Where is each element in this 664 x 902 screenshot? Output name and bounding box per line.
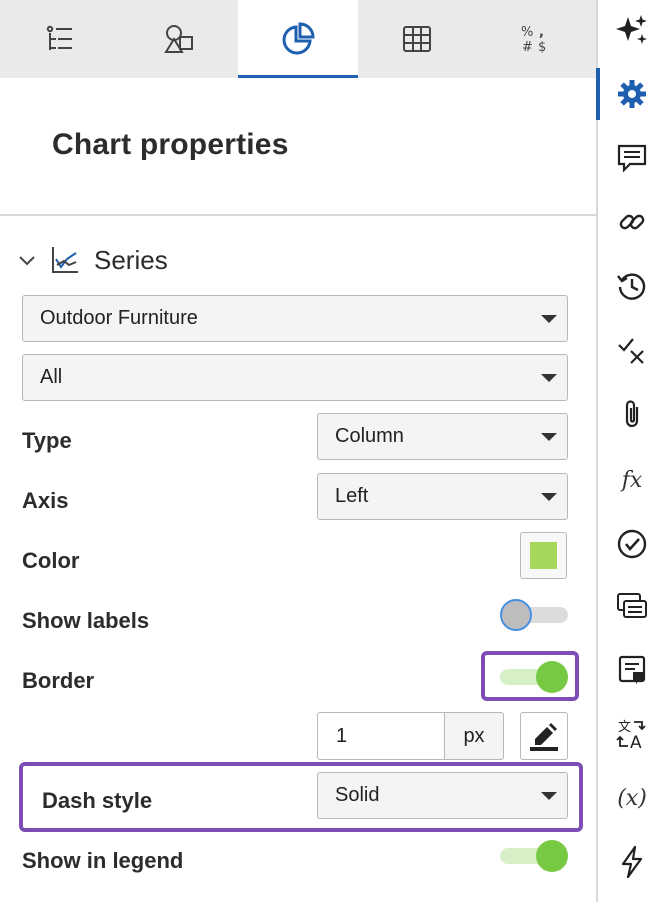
- show-in-legend-toggle[interactable]: [500, 839, 568, 873]
- axis-select[interactable]: Left: [317, 473, 568, 520]
- comment-icon: [617, 144, 647, 173]
- border-width-value: 1: [336, 724, 348, 747]
- notes-icon: [617, 593, 647, 618]
- points-select[interactable]: All: [22, 354, 568, 401]
- toggle-knob: [536, 840, 568, 872]
- svg-text:A: A: [630, 733, 642, 750]
- border-width-unit: px: [444, 712, 504, 760]
- page-title: Chart properties: [52, 128, 289, 161]
- check-x-icon: [618, 338, 644, 364]
- border-label: Border: [22, 668, 95, 693]
- right-toolbar: fx 文 A (x): [596, 0, 664, 902]
- chevron-down-icon[interactable]: [18, 251, 36, 269]
- type-label: Type: [22, 428, 72, 453]
- axis-label: Axis: [22, 488, 69, 513]
- formula-button[interactable]: fx: [598, 450, 664, 510]
- dropdown-caret-icon: [541, 373, 557, 382]
- check-circle-icon: [617, 529, 647, 559]
- border-toggle[interactable]: [500, 660, 568, 694]
- tab-data[interactable]: [0, 0, 119, 78]
- settings-button[interactable]: [596, 64, 664, 124]
- number-format-icon: % , # $: [521, 25, 546, 55]
- divider: [0, 214, 596, 216]
- tab-shapes[interactable]: [119, 0, 238, 78]
- gear-icon: [618, 80, 646, 108]
- automation-button[interactable]: [598, 832, 664, 892]
- dash-style-label: Dash style: [42, 788, 153, 813]
- type-select-value: Column: [335, 425, 404, 447]
- sparkle-icon: [616, 15, 647, 44]
- dropdown-caret-icon: [541, 492, 557, 501]
- series-select-value: Outdoor Furniture: [40, 307, 198, 329]
- series-select[interactable]: Outdoor Furniture: [22, 295, 568, 342]
- function-icon: fx: [621, 467, 643, 493]
- notes-button[interactable]: [598, 576, 664, 636]
- paint-brush-icon: [530, 723, 558, 751]
- panel-tabs: % , # $: [0, 0, 596, 78]
- color-picker-button[interactable]: [520, 532, 567, 579]
- annotation-button[interactable]: [598, 640, 664, 700]
- variables-button[interactable]: (x): [598, 768, 664, 828]
- shapes-icon: [163, 25, 193, 53]
- pie-chart-icon: [282, 22, 315, 55]
- show-labels-toggle[interactable]: [500, 598, 568, 632]
- link-icon: [619, 214, 645, 230]
- toggle-knob: [536, 661, 568, 693]
- variable-icon: (x): [617, 785, 647, 811]
- list-icon: [46, 25, 72, 50]
- series-section-header[interactable]: Series: [18, 240, 168, 280]
- dropdown-caret-icon: [541, 791, 557, 800]
- lightning-icon: [621, 845, 643, 879]
- svg-text:%: %: [521, 25, 533, 40]
- svg-text:#: #: [522, 40, 533, 55]
- svg-text:,: ,: [539, 25, 544, 40]
- show-in-legend-label: Show in legend: [22, 848, 184, 873]
- type-select[interactable]: Column: [317, 413, 568, 460]
- color-label: Color: [22, 548, 80, 573]
- color-swatch: [530, 542, 557, 569]
- show-labels-label: Show labels: [22, 608, 150, 633]
- dash-style-select[interactable]: Solid: [317, 772, 568, 819]
- annotation-icon: [618, 655, 646, 684]
- border-color-button[interactable]: [520, 712, 568, 760]
- dropdown-caret-icon: [541, 432, 557, 441]
- comments-button[interactable]: [598, 128, 664, 188]
- translate-icon: 文 A: [616, 720, 646, 750]
- validate-button[interactable]: [598, 514, 664, 574]
- toggle-knob: [500, 599, 532, 631]
- history-icon: [617, 273, 646, 300]
- attachment-button[interactable]: [598, 384, 664, 444]
- paperclip-icon: [625, 400, 639, 428]
- tab-table[interactable]: [358, 0, 477, 78]
- tab-number-format[interactable]: % , # $: [477, 0, 596, 78]
- dash-style-select-value: Solid: [335, 784, 380, 806]
- link-button[interactable]: [598, 192, 664, 252]
- tab-chart[interactable]: [238, 0, 358, 78]
- points-select-value: All: [40, 366, 63, 388]
- dropdown-caret-icon: [541, 314, 557, 323]
- series-section-label: Series: [94, 244, 168, 275]
- svg-text:$: $: [538, 40, 546, 55]
- table-icon: [403, 26, 432, 52]
- border-width-input[interactable]: 1: [317, 712, 445, 760]
- history-button[interactable]: [598, 256, 664, 316]
- translate-button[interactable]: 文 A: [598, 704, 664, 764]
- check-x-button[interactable]: [598, 320, 664, 380]
- ai-assistant-button[interactable]: [598, 0, 664, 60]
- axis-select-value: Left: [335, 485, 369, 507]
- line-chart-icon: [52, 247, 78, 273]
